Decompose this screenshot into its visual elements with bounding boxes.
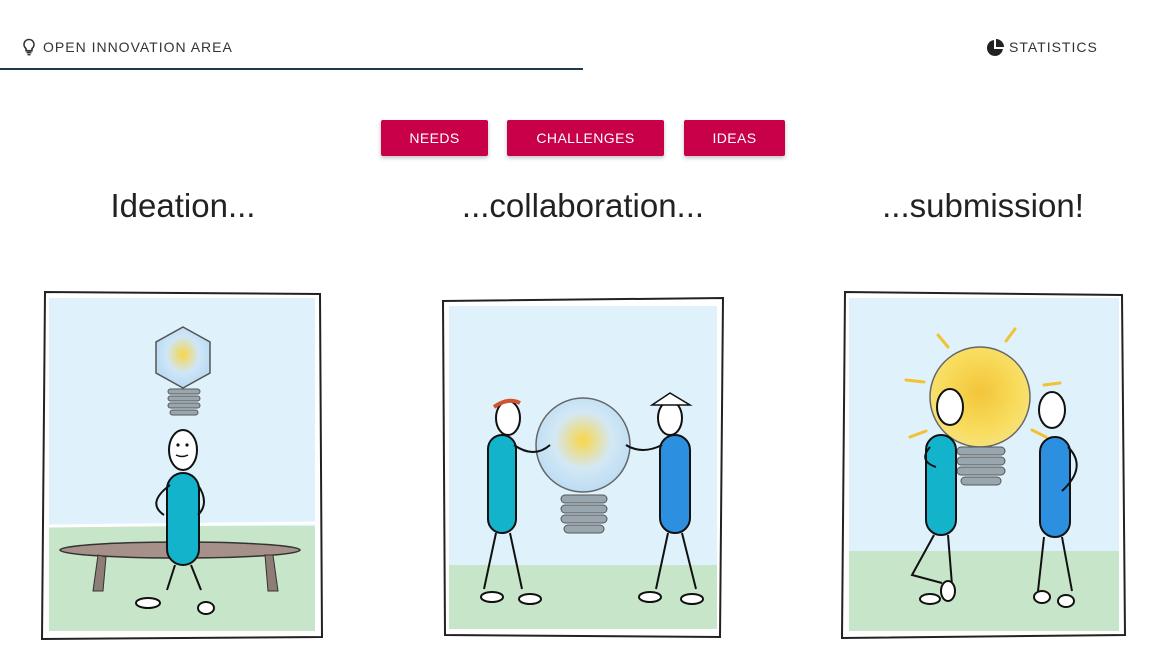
pie-chart-icon xyxy=(985,38,1005,58)
filter-button-row: NEEDS CHALLENGES IDEAS xyxy=(0,120,1175,156)
ideation-illustration xyxy=(30,285,330,650)
tab-open-innovation-label: OPEN INNOVATION AREA xyxy=(43,39,233,55)
ideas-button[interactable]: IDEAS xyxy=(684,120,785,156)
submission-illustration xyxy=(830,285,1130,650)
challenges-button[interactable]: CHALLENGES xyxy=(507,120,664,156)
top-navigation: OPEN INNOVATION AREA STATISTICS xyxy=(0,0,1175,70)
collaboration-illustration xyxy=(430,285,730,650)
step-title-submission: ...submission! xyxy=(882,187,1084,224)
needs-button[interactable]: NEEDS xyxy=(381,120,488,156)
tab-open-innovation-area[interactable]: OPEN INNOVATION AREA xyxy=(0,26,583,70)
lightbulb-icon xyxy=(22,38,36,56)
tab-statistics-label: STATISTICS xyxy=(1009,39,1098,55)
step-title-ideation: Ideation... xyxy=(110,187,256,224)
tab-statistics[interactable]: STATISTICS xyxy=(982,26,1112,68)
step-title-collaboration: ...collaboration... xyxy=(461,187,705,224)
